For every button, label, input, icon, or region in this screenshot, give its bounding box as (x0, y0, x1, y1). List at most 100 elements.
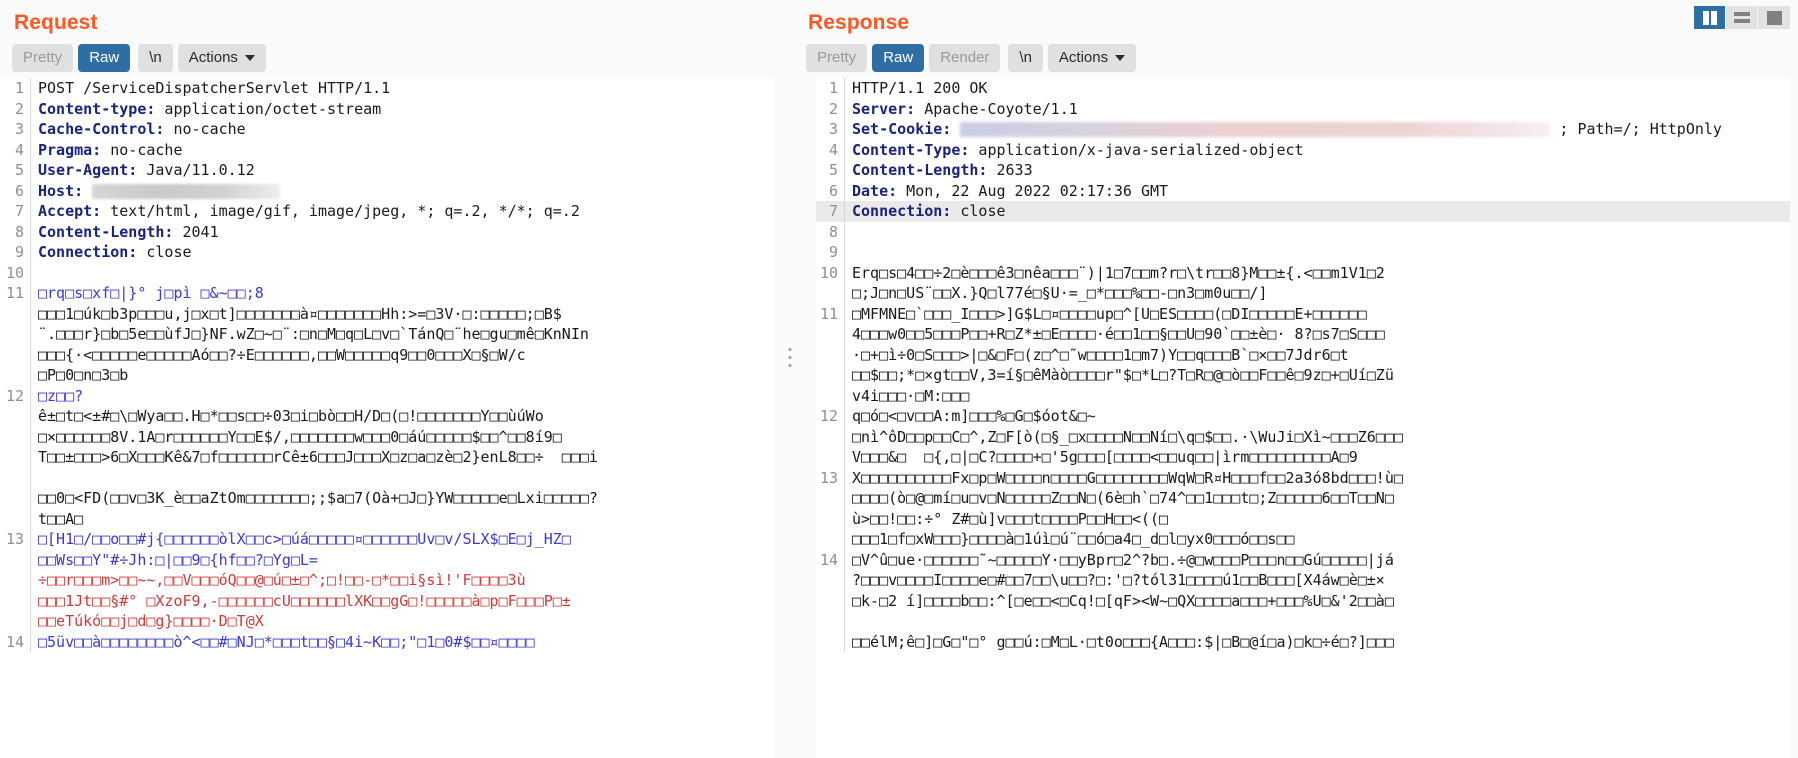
line-content[interactable]: □□eTúkó□□j□d□g}□□□□·D□T@X (30, 611, 774, 632)
line-content[interactable]: ÷□□r□□□m>□□~~,□□V□□□óQ□□@□ú□±□^;□!□□-□*□… (30, 570, 774, 591)
header-name: Connection: (852, 202, 952, 220)
line-content[interactable]: V□□□&□ □{,□|□C?□□□□+□'5g□□□[□□□□<□□uq□□|… (844, 447, 1790, 468)
line-content[interactable]: T□□±□□□>6□X□□□Kê&7□f□□□□□□rCê±6□□□J□□□X□… (30, 447, 774, 468)
line-content[interactable]: Set-Cookie: ; Path=/; HttpOnly (844, 119, 1790, 140)
binary-payload-text: □□$□□;*□×gt□□V,3=í§□êMàò□□□□r"$□*L□?T□R□… (852, 366, 1394, 384)
response-tab-raw[interactable]: Raw (872, 44, 925, 72)
line-content[interactable]: □□Ws□□Y"#÷Jh:□|□□9□{hf□□?□Yg□L= (30, 549, 774, 570)
line-content[interactable]: □□élM;ê□]□G□"□° g□□ú:□M□L·□t0o□□□{A□□□:$… (844, 631, 1790, 652)
line-content[interactable]: ?□□□v□□□□I□□□□e□#□□7□□\u□□?□:'□?tól31□□□… (844, 570, 1790, 591)
line-number: 9 (828, 243, 838, 261)
line-content[interactable]: Date: Mon, 22 Aug 2022 02:17:36 GMT (844, 180, 1790, 201)
line-content[interactable]: Erq□s□4□□÷2□è□□□ê3□nêa□□□¨)|1□7□□m?r□\tr… (844, 262, 1790, 283)
line-content[interactable]: □□□1□f□xW□□□}□□□□à□1úì□ú¨□□ó□a4□_d□l□yx0… (844, 529, 1790, 550)
binary-payload-text: □□□1Jt□□§#° □XzoF9,-□□□□□□cU□□□□□□lXK□□g… (38, 591, 571, 610)
response-tab-pretty[interactable]: Pretty (806, 44, 868, 72)
binary-payload-text: □P□0□n□3□b (38, 366, 129, 384)
single-pane-icon (1766, 10, 1782, 25)
request-tab-raw[interactable]: Raw (78, 44, 131, 72)
code-line: 2 Content-type: application/octet-stream (0, 98, 774, 119)
line-content[interactable]: Server: Apache-Coyote/1.1 (844, 98, 1790, 119)
binary-payload-text: □□□□(ò□@□mí□u□v□N□□□□□Z□□N□(6è□h`□74^□□1… (852, 489, 1394, 507)
code-line: ê±□t□<±#□\□Wya□□.H□*□□s□□÷03□i□bò□□H/D□(… (0, 406, 774, 427)
line-content[interactable]: 4□□□w0□□5□□□P□□+R□Z*±□E□□□□·é□□1□□§□□U□9… (844, 324, 1790, 345)
line-content[interactable]: □5üv□□à□□□□□□□□ò^<□□#□NJ□*□□□t□□§□4i~K□□… (30, 631, 774, 652)
line-number: 11 (5, 284, 24, 302)
line-content[interactable]: □z□□? (30, 385, 774, 406)
request-tab-n[interactable]: \n (138, 44, 173, 72)
line-content[interactable]: □□0□<FD(□□v□3K_è□□aZtOm□□□□□□□;;$a□7(Oà+… (30, 488, 774, 509)
line-number: 9 (14, 243, 24, 261)
line-content[interactable]: □k-□2 í]□□□□b□□:^[□e□□<□Cq!□[qF><W~□QX□□… (844, 590, 1790, 611)
line-content[interactable]: Connection: close (844, 201, 1790, 222)
line-content[interactable]: q□ó□<□v□□A:m]□□□%□G□$óot&□~ (844, 406, 1790, 427)
response-tab-actions[interactable]: Actions (1047, 44, 1137, 72)
line-content[interactable]: Content-Type: application/x-java-seriali… (844, 139, 1790, 160)
request-vertical-scrollbar[interactable] (774, 78, 782, 758)
line-content[interactable]: Host: (30, 180, 774, 201)
header-value: application/x-java-serialized-object (969, 140, 1304, 159)
line-content[interactable]: Content-type: application/octet-stream (30, 98, 774, 119)
line-content[interactable]: t□□A□ (30, 508, 774, 529)
line-content[interactable]: □□□□(ò□@□mí□u□v□N□□□□□Z□□N□(6è□h`□74^□□1… (844, 488, 1790, 509)
line-content[interactable]: □P□0□n□3□b (30, 365, 774, 386)
line-content[interactable]: ù>□□!□□:÷° Z#□ù]v□□□t□□□□P□□H□□<((□ (844, 508, 1790, 529)
line-content[interactable] (30, 467, 774, 488)
code-line: □□□1□úk□b3p□□□u,j□x□t]□□□□□□□à¤□□□□□□□Hh… (0, 303, 774, 324)
code-line: 13 X□□□□□□□□□□Fx□p□W□□□□n□□□□G□□□□□□□□WqW… (816, 467, 1790, 488)
request-tab-actions[interactable]: Actions (177, 44, 266, 72)
header-value (83, 182, 92, 200)
layout-stacked-button[interactable] (1726, 6, 1758, 29)
line-content[interactable]: Pragma: no-cache (30, 139, 774, 160)
line-number: 6 (828, 181, 838, 200)
line-content[interactable]: Content-Length: 2633 (844, 160, 1790, 181)
line-content[interactable]: □□□1□úk□b3p□□□u,j□x□t]□□□□□□□à¤□□□□□□□Hh… (30, 303, 774, 324)
line-number: 4 (14, 140, 24, 159)
line-content[interactable]: Cache-Control: no-cache (30, 119, 774, 140)
line-content[interactable]: ¨.□□□r}□b□5e□□ùfJ□}NF.wZ□~□¨:□n□M□q□L□v□… (30, 324, 774, 345)
line-number: 1 (14, 79, 24, 97)
response-editor[interactable]: 1 HTTP/1.1 200 OK 2 Server: Apache-Coyote/1… (816, 78, 1790, 758)
line-content[interactable]: □;J□n□US¨□□X.}Q□l77é□§U·=_□*□□□%□□-□n3□m… (844, 283, 1790, 304)
line-content[interactable]: HTTP/1.1 200 OK (844, 78, 1790, 99)
chevron-down-icon (1115, 54, 1126, 61)
line-content[interactable] (844, 242, 1790, 263)
line-content[interactable]: v4i□□□·□M:□□□ (844, 385, 1790, 406)
response-tab-n[interactable]: \n (1008, 44, 1043, 72)
line-content[interactable]: □rq□s□xf□|}° j□pì □&~□□;8 (30, 283, 774, 304)
line-content[interactable]: □□$□□;*□×gt□□V,3=í§□êMàò□□□□r"$□*L□?T□R□… (844, 365, 1790, 386)
line-content[interactable]: □V^û□ue·□□□□□□˜~□□□□□Y·□□yBpr□2^?b□.÷@□w… (844, 549, 1790, 570)
line-content[interactable]: Accept: text/html, image/gif, image/jpeg… (30, 201, 774, 222)
code-line: 4□□□w0□□5□□□P□□+R□Z*±□E□□□□·é□□1□□§□□U□9… (816, 324, 1790, 345)
line-content[interactable]: □[H1□/□□o□□#j{□□□□□□òlX□□c>□úá□□□□□¤□□□□… (30, 529, 774, 550)
pane-splitter[interactable] (782, 0, 798, 758)
line-content[interactable]: □□□{·<□□□□□e□□□□□Aó□□?÷E□□□□□□,□□W□□□□□q… (30, 344, 774, 365)
header-value (951, 120, 960, 138)
line-number: 8 (14, 222, 24, 241)
layout-side-by-side-button[interactable] (1694, 6, 1726, 29)
line-content[interactable]: Content-Length: 2041 (30, 221, 774, 242)
line-content[interactable]: □□□1Jt□□§#° □XzoF9,-□□□□□□cU□□□□□□lXK□□g… (30, 590, 774, 611)
code-line: □□□{·<□□□□□e□□□□□Aó□□?÷E□□□□□□,□□W□□□□□q… (0, 344, 774, 365)
line-content[interactable]: □nì^ôD□□p□□C□^,Z□F[ò(□§_□x□□□□N□□Ní□\q□$… (844, 426, 1790, 447)
redacted-cookie-value (960, 122, 1551, 137)
line-content[interactable] (844, 221, 1790, 242)
layout-single-pane-button[interactable] (1758, 6, 1790, 29)
request-editor[interactable]: 1 POST /ServiceDispatcherServlet HTTP/1.1… (0, 78, 774, 758)
response-vertical-scrollbar[interactable] (1790, 78, 1798, 758)
response-tab-render[interactable]: Render (929, 44, 1001, 72)
line-content[interactable]: ê±□t□<±#□\□Wya□□.H□*□□s□□÷03□i□bò□□H/D□(… (30, 406, 774, 427)
line-content[interactable]: □×□□□□□□8V.1A□r□□□□□□Y□□E$/,□□□□□□□w□□□0… (30, 426, 774, 447)
line-content[interactable]: User-Agent: Java/11.0.12 (30, 160, 774, 181)
line-content[interactable]: Connection: close (30, 242, 774, 263)
line-content[interactable]: ·□+□ì÷0□S□□□>|□&□F□(z□^□˜w□□□□1□m7)Y□□q□… (844, 344, 1790, 365)
splitter-grip-icon[interactable] (788, 348, 792, 372)
line-content[interactable]: POST /ServiceDispatcherServlet HTTP/1.1 (30, 78, 774, 99)
line-content[interactable] (844, 611, 1790, 632)
header-name: Content-Length: (852, 161, 988, 179)
line-content[interactable] (30, 262, 774, 283)
line-content[interactable]: □MFMNE□`□□□_I□□□>]G$L□¤□□□□up□^[U□ES□□□□… (844, 303, 1790, 324)
header-name: Pragma: (38, 140, 102, 159)
line-content[interactable]: X□□□□□□□□□□Fx□p□W□□□□n□□□□G□□□□□□□□WqW□R… (844, 467, 1790, 488)
request-tab-pretty[interactable]: Pretty (12, 44, 74, 72)
